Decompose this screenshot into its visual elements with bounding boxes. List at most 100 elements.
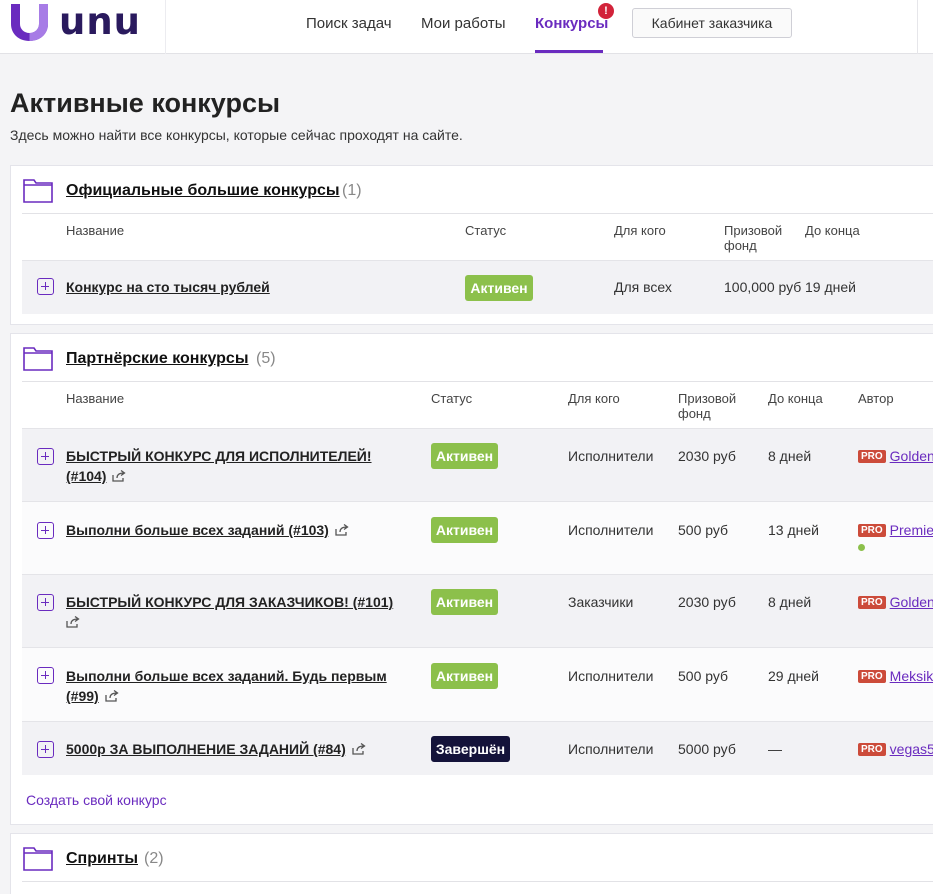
contest-link[interactable]: Конкурс на сто тысяч рублей [66,277,270,297]
table-row: 5000р ЗА ВЫПОЛНЕНИЕ ЗАДАНИЙ (#84) Заверш… [22,721,933,775]
section-count: (2) [144,850,164,867]
status-badge: Завершён [431,736,510,762]
section-count: (5) [256,350,276,367]
folder-icon [23,347,53,371]
official-contests-panel: Официальные большие конкурсы (1) Названи… [10,165,933,325]
table-row: БЫСТРЫЙ КОНКУРС ДЛЯ ИСПОЛНИТЕЛЕЙ! (#104) … [22,428,933,501]
expand-icon[interactable] [37,667,54,684]
section-title[interactable]: Партнёрские конкурсы [66,350,248,368]
section-count: (1) [342,182,362,199]
contest-link[interactable]: БЫСТРЫЙ КОНКУРС ДЛЯ ЗАКАЗЧИКОВ! (#101) [66,592,426,632]
share-icon[interactable] [112,470,127,482]
status-badge: Активен [431,589,498,615]
author-cell: PRO Golden [858,594,933,610]
author-cell: PRO vegas5 [858,741,933,757]
folder-icon [23,847,53,871]
audience-cell: Исполнители [568,448,654,464]
pro-badge: PRO [858,524,886,537]
contest-link[interactable]: Выполни больше всех заданий. Будь первым… [66,666,416,706]
page-title: Активные конкурсы [10,88,281,118]
col-status: Статус [465,223,507,238]
col-audience: Для кого [568,391,620,406]
share-icon[interactable] [352,743,366,755]
table-row: Выполни больше всех заданий (#103) Актив… [22,501,933,574]
contest-link[interactable]: Выполни больше всех заданий (#103) [66,520,416,540]
col-author: Автор [858,391,894,406]
status-badge: Активен [465,275,533,301]
pro-badge: PRO [858,670,886,683]
col-status: Статус [431,391,473,406]
expand-icon[interactable] [37,594,54,611]
share-icon[interactable] [66,616,80,628]
logo[interactable]: unu [0,0,166,54]
active-tab-indicator [535,50,603,53]
create-contest-link[interactable]: Создать свой конкурс [26,792,167,808]
nav-find-tasks[interactable]: Поиск задач [306,15,392,32]
audience-cell: Для всех [614,279,672,295]
audience-cell: Исполнители [568,741,654,757]
pro-badge: PRO [858,596,886,609]
prize-cell: 500 руб [678,668,729,684]
pro-badge: PRO [858,450,886,463]
folder-icon [23,179,53,203]
nav-contests[interactable]: Конкурсы [535,15,608,32]
expand-icon[interactable] [37,448,54,465]
status-badge: Активен [431,443,498,469]
ends-cell: 8 дней [768,594,812,610]
author-link[interactable]: Golden [890,594,933,610]
official-table: Название Статус Для кого Призовой фонд Д… [22,213,933,314]
col-prize: Призовой фонд [678,391,737,421]
author-cell: PRO Golden [858,448,933,464]
sprints-table [22,881,933,894]
table-header: Название Статус Для кого Призовой фонд Д… [22,214,933,260]
col-ends: До конца [768,391,823,406]
prize-cell: 500 руб [678,522,729,538]
col-prize: Призовой фонд [724,223,783,253]
ends-cell: 19 дней [805,279,856,295]
page-subtitle: Здесь можно найти все конкурсы, которые … [10,127,463,143]
author-cell: PRO Premie [858,522,933,538]
ends-cell: 8 дней [768,448,812,464]
section-title[interactable]: Официальные большие конкурсы [66,182,340,200]
pro-badge: PRO [858,743,886,756]
section-title[interactable]: Спринты [66,850,138,868]
expand-icon[interactable] [37,741,54,758]
audience-cell: Исполнители [568,668,654,684]
nav-my-works[interactable]: Мои работы [421,15,506,32]
author-link[interactable]: Premie [890,522,933,538]
status-badge: Активен [431,663,498,689]
ends-cell: 13 дней [768,522,819,538]
share-icon[interactable] [105,690,119,702]
author-cell: PRO Meksik [858,668,933,684]
author-link[interactable]: Meksik [890,668,933,684]
audience-cell: Исполнители [568,522,654,538]
author-link[interactable]: vegas5 [890,741,933,757]
author-link[interactable]: Golden [890,448,933,464]
table-row: Конкурс на сто тысяч рублей Активен Для … [22,260,933,314]
table-header: Название Статус Для кого Призовой фонд Д… [22,382,933,428]
logo-text: unu [59,0,142,43]
divider [917,0,918,54]
expand-icon[interactable] [37,278,54,295]
prize-cell: 2030 руб [678,594,736,610]
partner-table: Название Статус Для кого Призовой фонд Д… [22,381,933,775]
col-name: Название [66,391,125,406]
sprints-panel: Спринты (2) [10,833,933,894]
notification-badge: ! [598,3,614,19]
col-audience: Для кого [614,223,666,238]
table-row: БЫСТРЫЙ КОНКУРС ДЛЯ ЗАКАЗЧИКОВ! (#101) А… [22,574,933,647]
contest-link[interactable]: 5000р ЗА ВЫПОЛНЕНИЕ ЗАДАНИЙ (#84) [66,739,416,759]
status-badge: Активен [431,517,498,543]
top-navbar: unu Поиск задач Мои работы Конкурсы ! Ка… [0,0,933,54]
customer-cabinet-button[interactable]: Кабинет заказчика [632,8,792,38]
ends-cell: — [768,741,782,757]
partner-contests-panel: Партнёрские конкурсы (5) Название Статус… [10,333,933,825]
table-row: Выполни больше всех заданий. Будь первым… [22,647,933,721]
expand-icon[interactable] [37,522,54,539]
ends-cell: 29 дней [768,668,819,684]
online-indicator [858,544,865,551]
share-icon[interactable] [335,524,349,536]
audience-cell: Заказчики [568,594,634,610]
contest-link[interactable]: БЫСТРЫЙ КОНКУРС ДЛЯ ИСПОЛНИТЕЛЕЙ! (#104) [66,446,416,486]
col-ends: До конца [805,223,860,238]
